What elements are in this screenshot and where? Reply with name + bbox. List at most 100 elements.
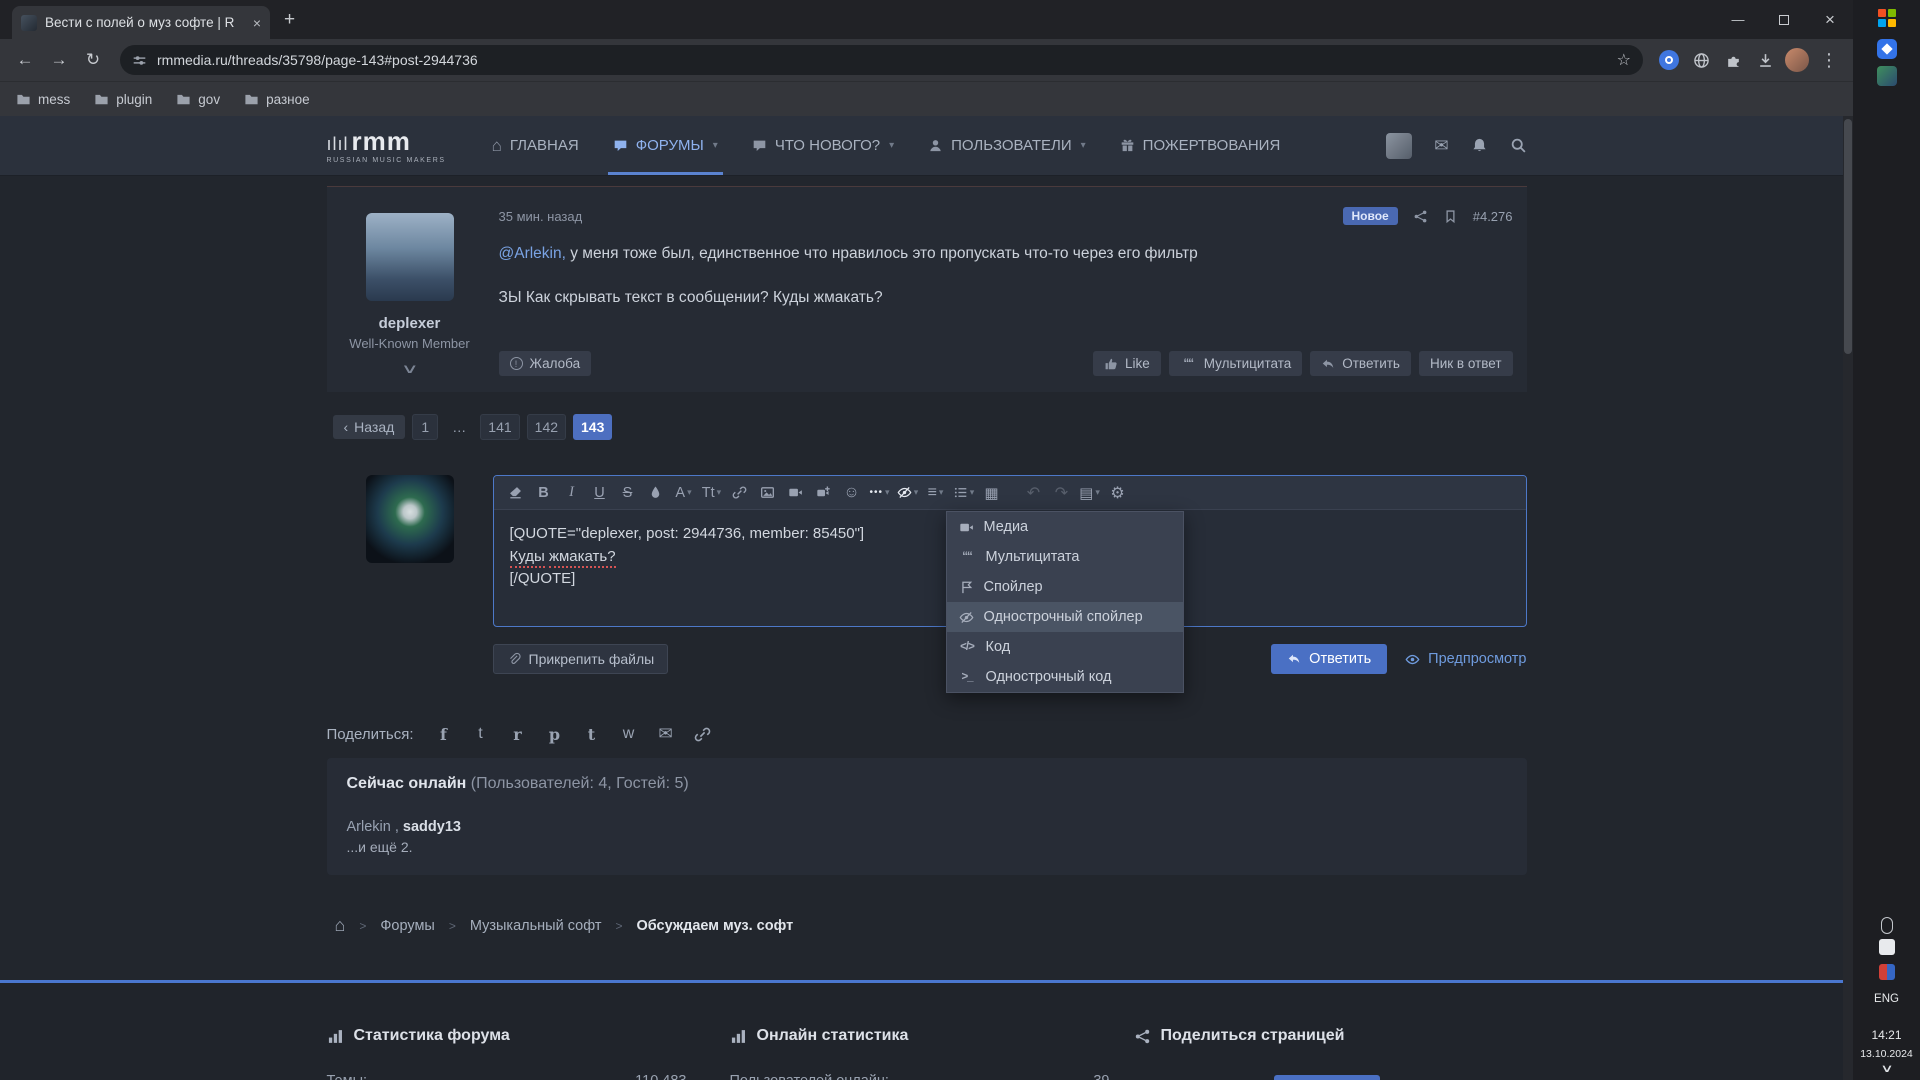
bookmark-folder-gov[interactable]: gov [176, 92, 220, 107]
bookmark-icon[interactable] [1443, 209, 1458, 224]
undo-button[interactable]: ↶ [1020, 480, 1048, 506]
footer-share-button[interactable] [1274, 1075, 1380, 1080]
site-logo[interactable]: ılılrmm RUSSIAN MUSIC MAKERS [327, 128, 446, 164]
list-button[interactable]: ▾ [950, 480, 978, 506]
nav-home[interactable]: ⌂ ГЛАВНАЯ [492, 116, 579, 175]
like-button[interactable]: Like [1093, 351, 1161, 376]
font-size-button[interactable]: Tt▾ [698, 480, 726, 506]
reddit-icon[interactable]: r [508, 724, 528, 744]
site-info-icon[interactable] [132, 53, 147, 68]
insert-image-button[interactable] [754, 480, 782, 506]
minimize-button[interactable]: — [1715, 0, 1761, 39]
page-link-142[interactable]: 142 [527, 414, 566, 440]
tray-antivirus-icon[interactable] [1879, 964, 1895, 980]
bold-button[interactable]: B [530, 480, 558, 506]
breadcrumb-current[interactable]: Обсуждаем муз. софт [636, 918, 793, 934]
nav-members[interactable]: ПОЛЬЗОВАТЕЛИ ▾ [928, 116, 1086, 175]
nav-forums[interactable]: ФОРУМЫ ▾ [613, 116, 718, 175]
table-button[interactable]: ▦ [978, 480, 1006, 506]
clock-date[interactable]: 13.10.2024 [1860, 1048, 1913, 1060]
multiquote-button[interactable]: ““Мультицитата [1169, 351, 1303, 376]
alignment-button[interactable]: ≡▾ [922, 480, 950, 506]
reload-button[interactable]: ↻ [78, 45, 108, 75]
menu-item-spoiler[interactable]: Спойлер [947, 572, 1183, 602]
copy-link-icon[interactable] [693, 724, 713, 744]
online-more[interactable]: ...и ещё 2. [347, 839, 1507, 855]
menu-item-code[interactable]: </>Код [947, 632, 1183, 662]
online-user-saddy13[interactable]: saddy13 [403, 819, 461, 835]
tray-mouse-icon[interactable] [1881, 917, 1893, 934]
back-button[interactable]: ← [10, 45, 40, 75]
smilies-button[interactable]: ☺ [838, 480, 866, 506]
page-link-141[interactable]: 141 [480, 414, 519, 440]
post-timestamp[interactable]: 35 мин. назад [499, 209, 583, 224]
home-icon[interactable]: ⌂ [335, 915, 346, 936]
extension-blue-icon[interactable] [1655, 46, 1683, 74]
attach-files-button[interactable]: Прикрепить файлы [493, 644, 669, 674]
post-number[interactable]: #4.276 [1473, 209, 1513, 224]
globe-icon[interactable] [1687, 46, 1715, 74]
extensions-puzzle-icon[interactable] [1719, 46, 1747, 74]
text-color-button[interactable] [642, 480, 670, 506]
redo-button[interactable]: ↷ [1048, 480, 1076, 506]
insert-media-button[interactable] [782, 480, 810, 506]
page-jump-dots[interactable]: … [445, 414, 473, 440]
taskbar-app-grid-icon[interactable] [1878, 9, 1896, 27]
language-indicator[interactable]: ENG [1874, 993, 1899, 1005]
strikethrough-button[interactable]: S [614, 480, 642, 506]
menu-item-media[interactable]: Медиа [947, 512, 1183, 542]
tray-clipboard-icon[interactable] [1879, 939, 1895, 955]
downloads-icon[interactable] [1751, 46, 1779, 74]
italic-button[interactable]: I [558, 480, 586, 506]
spoiler-button[interactable]: ▾ [894, 480, 922, 506]
clock-time[interactable]: 14:21 [1871, 1028, 1901, 1042]
menu-item-multiquote[interactable]: ““Мультицитата [947, 542, 1183, 572]
tumblr-icon[interactable]: t [582, 724, 602, 744]
forward-button[interactable]: → [44, 45, 74, 75]
browser-menu-icon[interactable]: ⋮ [1815, 46, 1843, 74]
post-author-name[interactable]: deplexer [327, 315, 493, 332]
insert-link-button[interactable] [726, 480, 754, 506]
url-text[interactable]: rmmedia.ru/threads/35798/page-143#post-2… [157, 52, 1607, 68]
submit-reply-button[interactable]: Ответить [1271, 644, 1387, 674]
address-bar[interactable]: rmmedia.ru/threads/35798/page-143#post-2… [120, 45, 1643, 75]
editor-settings-button[interactable]: ⚙ [1104, 480, 1132, 506]
browser-tab[interactable]: Вести с полей о муз софте | R × [12, 6, 270, 39]
page-link-143-current[interactable]: 143 [573, 414, 612, 440]
insert-gallery-button[interactable] [810, 480, 838, 506]
reply-button[interactable]: Ответить [1310, 351, 1411, 376]
whatsapp-icon[interactable]: w [619, 724, 639, 744]
email-icon[interactable]: ✉ [656, 724, 676, 744]
menu-item-inline-spoiler[interactable]: Однострочный спойлер [947, 602, 1183, 632]
tray-expand-chevron[interactable]: ∨ [1880, 1062, 1894, 1075]
alerts-bell-icon[interactable] [1471, 137, 1488, 154]
nav-donations[interactable]: ПОЖЕРТВОВАНИЯ [1120, 116, 1281, 175]
taskbar-screenshot-icon[interactable] [1877, 66, 1897, 86]
font-family-button[interactable]: A▾ [670, 480, 698, 506]
search-icon[interactable] [1510, 137, 1527, 154]
scrollbar-thumb[interactable] [1844, 119, 1852, 354]
online-user-arlekin[interactable]: Arlekin [347, 819, 391, 835]
bookmark-star-icon[interactable]: ☆ [1617, 50, 1631, 70]
profile-avatar[interactable] [1783, 46, 1811, 74]
share-icon[interactable] [1413, 209, 1428, 224]
nav-whats-new[interactable]: ЧТО НОВОГО? ▾ [752, 116, 894, 175]
nick-reply-button[interactable]: Ник в ответ [1419, 351, 1513, 376]
new-tab-button[interactable]: + [284, 9, 295, 31]
bbcode-preview-button[interactable]: ▤▾ [1076, 480, 1104, 506]
close-button[interactable]: × [1807, 0, 1853, 39]
maximize-button[interactable] [1761, 0, 1807, 39]
post-author-avatar[interactable] [366, 213, 454, 301]
taskbar-photos-icon[interactable] [1877, 39, 1897, 59]
preview-link[interactable]: Предпросмотр [1405, 651, 1526, 667]
page-scrollbar[interactable] [1843, 116, 1853, 1080]
pagination-back-button[interactable]: ‹ Назад [333, 415, 406, 439]
bookmark-folder-raznoe[interactable]: разное [244, 92, 310, 107]
remove-format-button[interactable] [502, 480, 530, 506]
user-avatar[interactable] [1386, 133, 1412, 159]
twitter-icon[interactable]: t [471, 724, 491, 744]
pinterest-icon[interactable]: p [545, 724, 565, 744]
menu-item-inline-code[interactable]: >_Однострочный код [947, 662, 1183, 692]
chevron-down-icon[interactable]: ∨ [400, 361, 418, 377]
breadcrumb-forums[interactable]: Форумы [380, 918, 434, 934]
